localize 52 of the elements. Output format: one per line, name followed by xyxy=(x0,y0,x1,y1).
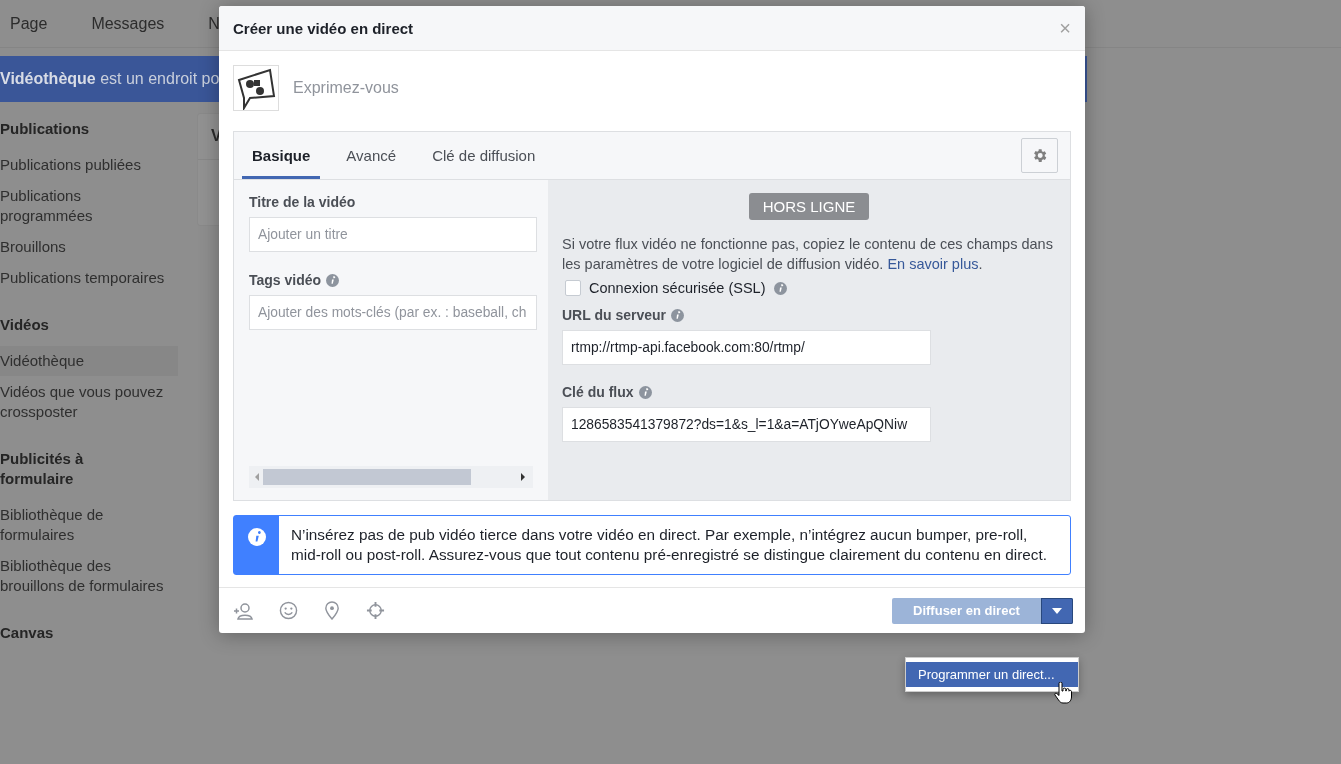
nav-link[interactable]: Page xyxy=(10,14,48,33)
page-avatar xyxy=(233,65,279,111)
sidebar-item[interactable]: Bibliothèque des brouillons de formulaires xyxy=(0,551,170,601)
info-icon xyxy=(638,385,652,399)
tab[interactable]: Avancé xyxy=(336,132,407,179)
sidebar-item[interactable]: Vidéothèque xyxy=(0,346,178,376)
sidebar-heading: Publications xyxy=(0,119,91,139)
field-label: URL du serveur xyxy=(562,307,666,323)
field-label: Tags vidéo xyxy=(249,272,322,288)
sidebar-heading: Canvas xyxy=(0,623,55,643)
dialog-title: Créer une vidéo en direct xyxy=(233,19,414,37)
scroll-left-icon[interactable] xyxy=(255,473,259,481)
text-field[interactable]: 1286583541379872?ds=1&s_l=1&a=ATjOYweApQNiw xyxy=(562,407,931,442)
banner-text: Vidéothèque est un endroit po xyxy=(0,70,220,88)
sidebar-item[interactable]: Vidéos que vous pouvez crossposter xyxy=(0,377,170,427)
tab[interactable]: Clé de diffusion xyxy=(422,132,546,179)
nav-link[interactable]: N xyxy=(208,14,220,33)
settings-button[interactable] xyxy=(1021,138,1058,173)
learn-more-link[interactable]: En savoir plus xyxy=(887,256,979,272)
smiley-icon[interactable] xyxy=(279,601,298,620)
crosshair-icon[interactable] xyxy=(366,601,385,620)
scroll-right-icon[interactable] xyxy=(521,473,525,481)
tag-person-icon[interactable] xyxy=(233,601,253,620)
status-badge: HORS LIGNE xyxy=(748,193,870,220)
info-icon xyxy=(671,308,684,322)
close-button[interactable]: × xyxy=(1059,16,1071,40)
sidebar-heading: Vidéos xyxy=(0,315,50,335)
nav-link[interactable]: Messages xyxy=(91,14,165,33)
sidebar-item[interactable]: Publications publiées xyxy=(0,150,170,180)
sidebar-item[interactable]: Publications temporaires xyxy=(0,263,170,293)
caret-icon xyxy=(1052,607,1062,614)
info-icon xyxy=(247,528,266,546)
sidebar-heading: Publicités à formulaire xyxy=(0,449,85,489)
notice-text: N’insérez pas de pub vidéo tierce dans votre vidéo en direct. Par exemple, n’intégrez aucun bumper, pre-roll, mid-roll ou post-roll. Assurez-vous que tout contenu pré-enregistré se distingue clairement du contenu en direct. xyxy=(290,525,1048,565)
dropdown-button[interactable] xyxy=(1041,597,1073,624)
location-pin-icon[interactable] xyxy=(324,601,340,620)
help-text: Si votre flux vidéo ne fonctionne pas, copiez le contenu de ces champs dans les paramètres de votre logiciel de diffusion vidéo. En savoir plus. xyxy=(562,235,1054,274)
composer-placeholder[interactable]: Exprimez-vous xyxy=(293,79,399,97)
sidebar-item[interactable]: Bibliothèque de formulaires xyxy=(0,500,170,550)
scrollbar[interactable] xyxy=(249,466,533,488)
info-icon xyxy=(773,281,787,295)
field-label: Titre de la vidéo xyxy=(249,194,356,210)
settings-icon xyxy=(1031,147,1048,164)
sidebar-item[interactable]: Brouillons xyxy=(0,232,170,262)
sidebar-item[interactable]: Publications programmées xyxy=(0,181,170,231)
field-label: Clé du flux xyxy=(562,384,634,400)
menu-item[interactable]: Programmer un direct... xyxy=(906,662,1078,687)
text-field[interactable]: Ajouter un titre xyxy=(249,217,537,252)
checkbox[interactable] xyxy=(565,280,581,296)
text-field[interactable]: rtmp://rtmp-api.facebook.com:80/rtmp/ xyxy=(562,330,931,365)
checkbox-label: Connexion sécurisée (SSL) xyxy=(589,280,766,296)
text-field[interactable]: Ajouter des mots-clés (par ex. : baseball, ch xyxy=(249,295,537,330)
